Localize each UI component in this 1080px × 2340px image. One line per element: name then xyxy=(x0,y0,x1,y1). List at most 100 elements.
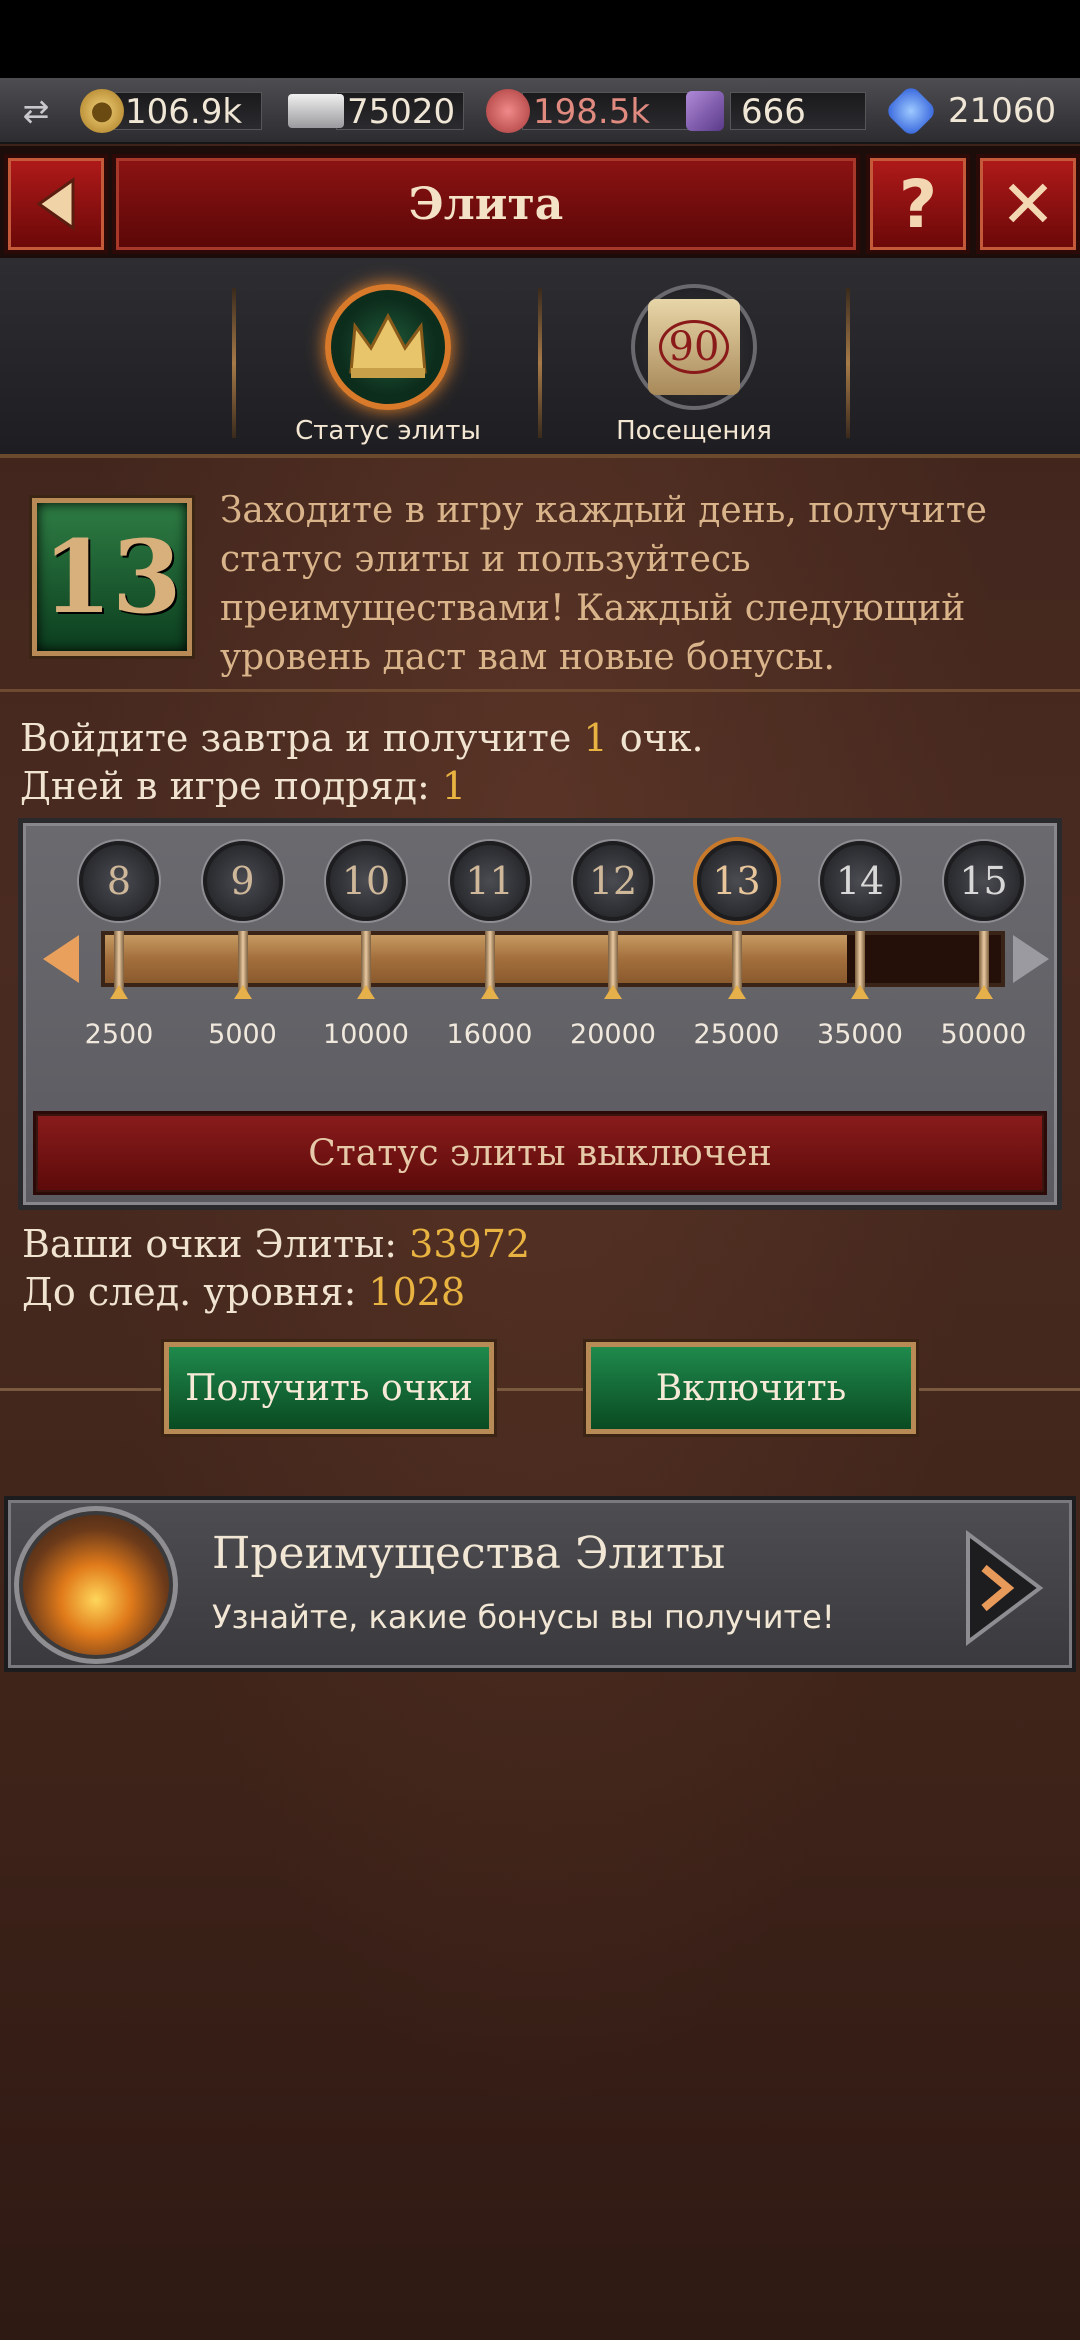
progress-tick xyxy=(237,931,248,993)
threshold-marker xyxy=(110,985,128,999)
progress-tick xyxy=(361,931,371,993)
crown-icon xyxy=(325,284,451,410)
level-node-11: 11 xyxy=(449,841,530,921)
level-node-8: 8 xyxy=(79,841,159,921)
silver-value: 75020 xyxy=(336,92,464,131)
progress-tick xyxy=(978,931,989,993)
help-button[interactable]: ? xyxy=(866,154,970,254)
elite-level-badge: 13 xyxy=(32,498,192,656)
level-node-15: 15 xyxy=(943,841,1024,921)
tab-bar: Статус элиты 90 Посещения xyxy=(0,258,1080,458)
gold-value: 106.9k xyxy=(114,92,262,131)
elite-points-value: 33972 xyxy=(409,1222,531,1266)
divider-line xyxy=(916,1388,1080,1391)
threshold-label: 10000 xyxy=(323,1019,409,1050)
days-streak-value: 1 xyxy=(441,764,467,808)
threshold-label: 5000 xyxy=(208,1019,277,1050)
close-button[interactable]: ✕ xyxy=(976,154,1080,254)
system-status-bar xyxy=(0,0,1080,78)
progress-tick xyxy=(731,931,742,993)
gems-resource[interactable]: 21060 xyxy=(884,84,1080,138)
gem-icon xyxy=(884,84,938,138)
calendar-badge: 90 xyxy=(659,320,729,374)
info-text: Заходите в игру каждый день, получите ст… xyxy=(220,490,987,678)
tab-divider xyxy=(538,288,542,438)
next-level-value: 1028 xyxy=(368,1270,466,1314)
threshold-marker xyxy=(233,985,252,999)
elite-points-text: Ваши очки Элиты: 33972 xyxy=(22,1222,530,1266)
enable-button[interactable]: Включить xyxy=(586,1342,916,1434)
threshold-marker xyxy=(727,985,746,999)
tab-elite-status[interactable]: Статус элиты xyxy=(288,284,488,454)
forward-arrow-icon[interactable] xyxy=(964,1530,1044,1646)
progress-tick xyxy=(608,931,618,993)
elite-advantages-card[interactable]: Преимущества Элиты Узнайте, какие бонусы… xyxy=(4,1496,1076,1672)
login-reward-text: Войдите завтра и получите 1 очк. xyxy=(20,716,704,760)
threshold-label: 16000 xyxy=(446,1019,533,1050)
login-reward-suffix: очк. xyxy=(607,716,704,760)
divider-line xyxy=(494,1388,586,1391)
threshold-marker xyxy=(974,985,993,999)
next-level-label: До след. уровня: xyxy=(22,1270,369,1314)
threshold-label: 2500 xyxy=(84,1019,154,1050)
elite-points-label: Ваши очки Элиты: xyxy=(22,1222,410,1266)
tab-visits-label: Посещения xyxy=(616,416,772,446)
days-streak-text: Дней в игре подряд: 1 xyxy=(20,764,466,808)
progress-tick xyxy=(855,931,865,993)
tab-divider xyxy=(846,288,850,438)
silver-resource[interactable]: 75020 xyxy=(288,88,464,134)
gold-coin-icon: ● xyxy=(80,89,124,133)
divider-line xyxy=(0,1388,164,1391)
scroll-right-arrow[interactable] xyxy=(1013,935,1049,983)
food-resource[interactable]: 198.5k xyxy=(486,88,702,134)
silver-ingot-icon xyxy=(288,94,344,128)
scroll-left-arrow[interactable] xyxy=(43,935,79,983)
tab-visits[interactable]: 90 Посещения xyxy=(594,284,794,454)
threshold-label: 50000 xyxy=(940,1019,1027,1050)
tab-divider xyxy=(232,288,236,438)
threshold-label: 25000 xyxy=(693,1019,780,1050)
close-icon: ✕ xyxy=(1000,165,1056,243)
threshold-marker xyxy=(851,985,869,999)
progress-track xyxy=(101,931,1005,993)
level-node-10: 10 xyxy=(326,841,406,921)
advantages-title: Преимущества Элиты xyxy=(212,1528,726,1579)
threshold-marker xyxy=(357,985,375,999)
calendar-icon: 90 xyxy=(631,284,757,410)
level-node-14: 14 xyxy=(820,841,900,921)
tab-elite-status-label: Статус элиты xyxy=(295,416,481,446)
threshold-marker xyxy=(604,985,622,999)
progress-tick xyxy=(484,931,495,993)
gold-resource[interactable]: ● 106.9k xyxy=(80,88,262,134)
resource-bar: ⇄ ● 106.9k 75020 198.5k 666 21060 xyxy=(0,78,1080,144)
elite-screen: ⇄ ● 106.9k 75020 198.5k 666 21060 Элита xyxy=(0,0,1080,2340)
threshold-label: 35000 xyxy=(817,1019,903,1050)
header-bar: Элита ? ✕ xyxy=(0,146,1080,258)
meat-icon xyxy=(486,89,530,133)
get-points-button[interactable]: Получить очки xyxy=(164,1342,494,1434)
stone-resource[interactable]: 666 xyxy=(686,88,866,134)
gems-value: 21060 xyxy=(948,91,1057,131)
swap-button[interactable]: ⇄ xyxy=(8,88,64,134)
food-value: 198.5k xyxy=(522,92,702,131)
progress-tick xyxy=(114,931,124,993)
threshold-label: 20000 xyxy=(570,1019,656,1050)
days-streak-label: Дней в игре подряд: xyxy=(20,764,442,808)
login-reward-prefix: Войдите завтра и получите xyxy=(20,716,584,760)
elite-status-banner: Статус элиты выключен xyxy=(33,1111,1047,1195)
level-node-13: 13 xyxy=(696,841,777,921)
level-node-12: 12 xyxy=(573,841,653,921)
advantages-subtitle: Узнайте, какие бонусы вы получите! xyxy=(212,1598,835,1636)
login-reward-points: 1 xyxy=(583,716,608,760)
info-section: 13 Заходите в игру каждый день, получите… xyxy=(0,462,1080,692)
next-level-text: До след. уровня: 1028 xyxy=(22,1270,465,1314)
back-button[interactable] xyxy=(4,154,108,254)
stone-block-icon xyxy=(686,91,724,131)
bonus-anvil-icon xyxy=(14,1506,178,1664)
back-arrow-icon xyxy=(36,177,75,231)
stone-value: 666 xyxy=(730,92,866,131)
elite-progress-panel: 8 9 10 11 12 13 14 15 2500 5000 10000 16000 20000 25… xyxy=(18,818,1062,1210)
help-icon: ? xyxy=(898,165,938,243)
level-node-9: 9 xyxy=(202,841,283,921)
page-title: Элита xyxy=(112,154,860,254)
